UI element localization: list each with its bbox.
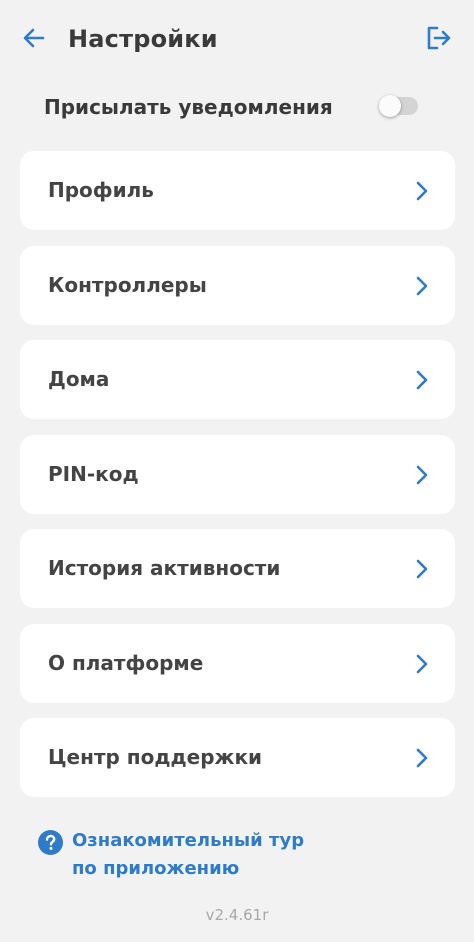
- chevron-right-icon: [416, 370, 428, 390]
- menu-item-label: Центр поддержки: [48, 745, 263, 769]
- chevron-right-icon: [416, 654, 428, 673]
- header: Настройки: [0, 0, 474, 76]
- app-version: v2.4.61r: [205, 906, 269, 924]
- chevron-right-icon: [416, 276, 428, 295]
- app-tour-link[interactable]: Ознакомительный тур по приложению: [38, 827, 378, 887]
- menu-item-support-center[interactable]: Центр поддержки: [20, 718, 455, 797]
- menu-item-label: История активности: [48, 556, 281, 580]
- notifications-row: Присылать уведомления: [44, 88, 434, 126]
- logout-button[interactable]: [422, 22, 454, 54]
- back-button[interactable]: [18, 22, 50, 54]
- menu-item-homes[interactable]: Дома: [20, 340, 455, 419]
- menu-item-label: Дома: [48, 367, 110, 391]
- toggle-knob: [379, 95, 401, 117]
- menu-item-label: Профиль: [48, 178, 154, 202]
- arrow-left-icon: [23, 28, 45, 48]
- menu-item-label: PIN-код: [48, 461, 139, 486]
- app-tour-text: Ознакомительный тур по приложению: [72, 827, 372, 883]
- menu-item-label: О платформе: [48, 650, 204, 675]
- app-tour-line-1: Ознакомительный тур: [72, 830, 305, 851]
- chevron-right-icon: [416, 748, 428, 768]
- menu-item-activity-history[interactable]: История активности: [20, 529, 455, 608]
- menu-item-controllers[interactable]: Контроллеры: [20, 245, 455, 325]
- menu-item-profile[interactable]: Профиль: [20, 151, 455, 230]
- logout-icon: [427, 26, 451, 50]
- app-tour-line-2: по приложению: [72, 858, 240, 879]
- chevron-right-icon: [416, 465, 428, 484]
- settings-menu: Профиль Контроллеры Дома PIN-код История…: [20, 151, 455, 813]
- notifications-label: Присылать уведомления: [44, 95, 333, 119]
- menu-item-pin-code[interactable]: PIN-код: [20, 434, 455, 514]
- notifications-toggle[interactable]: [379, 95, 418, 117]
- menu-item-label: Контроллеры: [48, 272, 207, 297]
- page-title: Настройки: [68, 25, 218, 53]
- settings-screen: Настройки Присылать уведомления Профиль …: [0, 0, 474, 942]
- chevron-right-icon: [416, 559, 428, 579]
- help-circle-icon: [38, 830, 63, 855]
- menu-item-about-platform[interactable]: О платформе: [20, 623, 455, 703]
- chevron-right-icon: [416, 181, 428, 201]
